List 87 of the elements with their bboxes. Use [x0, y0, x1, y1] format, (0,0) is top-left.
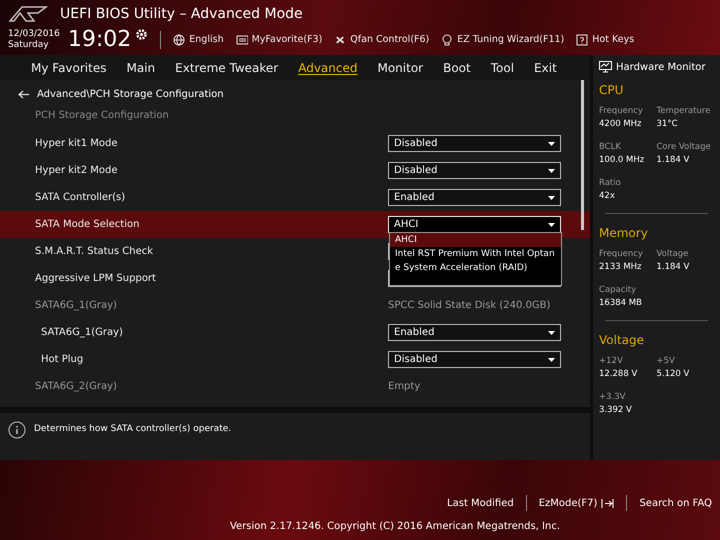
tab[interactable]: Extreme Tweaker: [175, 58, 278, 76]
toolbar-button[interactable]: Hot Keys: [576, 32, 634, 48]
dropdown-field[interactable]: Disabled: [388, 135, 561, 152]
setting-label: SATA6G_1(Gray): [40, 326, 124, 340]
caret-icon: [548, 168, 555, 172]
monitor-icon: [599, 61, 612, 73]
dropdown-field[interactable]: Enabled: [388, 324, 561, 341]
breadcrumb-text: Advanced\PCH Storage Configuration: [37, 88, 224, 102]
footer-button[interactable]: Last Modified: [447, 496, 514, 510]
setting-label: SATA Mode Selection: [34, 218, 140, 232]
setting-label: Hot Plug: [40, 353, 84, 367]
reading-value: 42x: [599, 190, 615, 203]
section-heading: Memory: [599, 225, 648, 242]
setting-label: SATA Controller(s): [34, 191, 126, 205]
scrollbar-thumb[interactable]: [581, 80, 584, 230]
reading-label: Frequency: [599, 248, 643, 261]
footer-button[interactable]: Search on FAQ: [639, 496, 712, 510]
help-text: Determines how SATA controller(s) operate.: [34, 423, 232, 436]
bulb-icon: [441, 34, 454, 46]
caret-icon: [548, 142, 555, 146]
dropdown-field[interactable]: Enabled: [388, 189, 561, 206]
reading-value: 1.184 V: [656, 154, 690, 167]
reading-label: Temperature: [656, 105, 710, 118]
reading-label: Ratio: [599, 177, 621, 190]
window-title: UEFI BIOS Utility – Advanced Mode: [60, 4, 303, 24]
group-label: SATA6G_2(Gray): [34, 380, 118, 394]
settings-icon: [135, 28, 148, 41]
toolbar-button[interactable]: Qfan Control(F6): [334, 32, 430, 48]
tab[interactable]: Exit: [534, 58, 557, 76]
tab[interactable]: My Favorites: [31, 58, 106, 76]
toolbar-button[interactable]: MyFavorite(F3): [236, 32, 322, 48]
reading-label: Frequency: [599, 105, 643, 118]
reading-value: 12.288 V: [599, 368, 638, 381]
tab[interactable]: Advanced: [298, 58, 358, 76]
help-icon: [576, 34, 588, 46]
reading-value: 5.120 V: [656, 368, 690, 381]
reading-label: Core Voltage: [656, 141, 711, 154]
reading-label: Voltage: [656, 248, 688, 261]
group-value: SPCC Solid State Disk (240.0GB): [388, 299, 550, 313]
caret-icon: [548, 222, 555, 226]
group-label: SATA6G_1(Gray): [34, 299, 118, 313]
tab[interactable]: Main: [126, 58, 156, 76]
reading-label: +12V: [599, 355, 623, 368]
toolbar-button[interactable]: EZ Tuning Wizard(F11): [441, 32, 564, 48]
reading-value: 4200 MHz: [599, 118, 642, 131]
info-icon: [8, 421, 26, 439]
tab[interactable]: Boot: [443, 58, 471, 76]
tab[interactable]: Tool: [490, 58, 514, 76]
caret-icon: [548, 196, 555, 200]
section-heading: Voltage: [599, 332, 644, 349]
day-text: Saturday: [8, 40, 50, 51]
dropdown-option[interactable]: AHCI: [390, 233, 561, 247]
section-heading: CPU: [599, 82, 624, 99]
footer-button[interactable]: EzMode(F7): [538, 496, 614, 510]
section-title: PCH Storage Configuration: [34, 109, 169, 123]
reading-value: 100.0 MHz: [599, 154, 644, 167]
panel-title: Hardware Monitor: [616, 60, 706, 74]
tab[interactable]: Monitor: [377, 58, 424, 76]
reading-label: +5V: [656, 355, 675, 368]
dropdown-field[interactable]: Disabled: [388, 162, 561, 179]
reading-value: 16384 MB: [599, 297, 642, 310]
reading-label: Capacity: [599, 284, 636, 297]
copyright-text: Version 2.17.1246. Copyright (C) 2016 American Megatrends, Inc.: [230, 520, 560, 534]
clock-time: 19:02: [68, 29, 132, 51]
setting-label: Aggressive LPM Support: [34, 272, 157, 286]
globe-icon: [173, 34, 186, 46]
dropdown-field[interactable]: AHCI: [388, 216, 561, 233]
list-icon: [236, 34, 248, 46]
caret-icon: [548, 330, 555, 334]
reading-label: +3.3V: [599, 391, 626, 404]
fan-icon: [334, 34, 346, 46]
setting-label: S.M.A.R.T. Status Check: [34, 245, 154, 259]
reading-value: 2133 MHz: [599, 261, 642, 274]
reading-value: 3.392 V: [599, 404, 632, 417]
setting-label: Hyper kit1 Mode: [34, 137, 119, 151]
toolbar-button[interactable]: English: [173, 32, 224, 48]
dropdown-field[interactable]: Disabled: [388, 351, 561, 368]
reading-value: 31°C: [656, 118, 678, 131]
caret-icon: [548, 358, 555, 362]
reading-label: BCLK: [599, 141, 621, 154]
back-arrow-icon: [18, 90, 29, 98]
setting-label: Hyper kit2 Mode: [34, 164, 119, 178]
group-value: Empty: [388, 380, 420, 394]
reading-value: 1.184 V: [656, 261, 690, 274]
dropdown-option[interactable]: Intel RST Premium With Intel Optane System Acceleration (RAID): [390, 247, 561, 275]
date-text: 12/03/2016: [8, 29, 60, 40]
exit-icon: [601, 498, 614, 508]
